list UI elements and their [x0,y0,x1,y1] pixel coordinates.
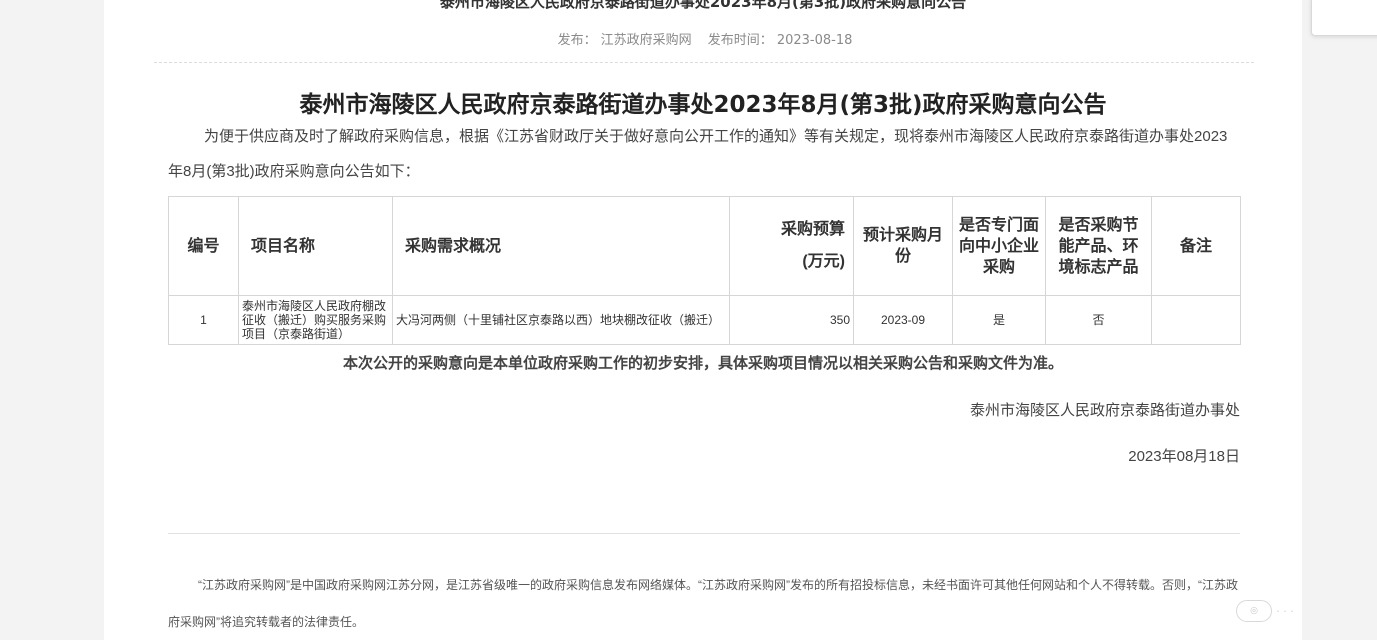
header-name: 项目名称 [238,196,393,296]
copyright-disclaimer: “江苏政府采购网”是中国政府采购网江苏分网，是江苏省级唯一的政府采购信息发布网络… [168,578,1238,629]
cell-budget: 350 [729,295,854,345]
publish-time-label: 发布时间： [707,33,773,48]
footer-divider [168,533,1240,534]
header-budget-line2: (万元) [802,253,845,270]
procurement-note: 本次公开的采购意向是本单位政府采购工作的初步安排，具体采购项目情况以相关采购公告… [342,355,1063,372]
publisher-label: 发布： [557,33,597,48]
article-intro: 为便于供应商及时了解政府采购信息，根据《江苏省财政厅关于做好意向公开工作的通知》… [168,128,1228,180]
header-divider [154,62,1254,63]
header-no: 编号 [168,196,239,296]
top-title: 泰州市海陵区人民政府京泰路街道办事处2023年8月(第3批)政府采购意向公告 [439,0,967,11]
publisher: 江苏政府采购网 [600,33,692,48]
publish-date: 2023-08-18 [776,33,853,48]
header-green: 是否采购节能产品、环境标志产品 [1045,196,1152,296]
cell-green: 否 [1045,295,1152,345]
cell-remark [1151,295,1241,345]
signature: 泰州市海陵区人民政府京泰路街道办事处 [969,402,1240,419]
table-header-row: 编号 项目名称 采购需求概况 采购预算 (万元) 预计采购月份 是否专门面向中小… [168,196,1241,296]
cell-name: 泰州市海陵区人民政府棚改征收（搬迁）购买服务采购项目（京泰路街道） [238,295,393,345]
floating-panel[interactable] [1311,0,1377,36]
cell-summary: 大冯河两侧（十里铺社区京泰路以西）地块棚改征收（搬迁） [392,295,730,345]
cell-month: 2023-09 [853,295,953,345]
header-budget: 采购预算 (万元) [729,196,854,296]
header-budget-line1: 采购预算 [780,221,845,238]
article-meta: 发布： 江苏政府采购网 发布时间： 2023-08-18 [104,29,1302,48]
table-row: 1 泰州市海陵区人民政府棚改征收（搬迁）购买服务采购项目（京泰路街道） 大冯河两… [168,295,1241,345]
article-page: 泰州市海陵区人民政府京泰路街道办事处2023年8月(第3批)政府采购意向公告 发… [104,0,1302,640]
watermark-logo: ◎ · · · [1236,598,1366,624]
header-remark: 备注 [1151,196,1241,296]
header-sme: 是否专门面向中小企业采购 [952,196,1046,296]
signature-date: 2023年08月18日 [1128,448,1240,465]
procurement-table: 编号 项目名称 采购需求概况 采购预算 (万元) 预计采购月份 是否专门面向中小… [168,196,1241,345]
header-month: 预计采购月份 [853,196,953,296]
watermark-badge-icon: ◎ [1236,600,1272,622]
watermark-mark: · · · [1276,604,1294,618]
article-title: 泰州市海陵区人民政府京泰路街道办事处2023年8月(第3批)政府采购意向公告 [299,92,1107,118]
cell-sme: 是 [952,295,1046,345]
header-summary: 采购需求概况 [392,196,730,296]
cell-no: 1 [168,295,239,345]
